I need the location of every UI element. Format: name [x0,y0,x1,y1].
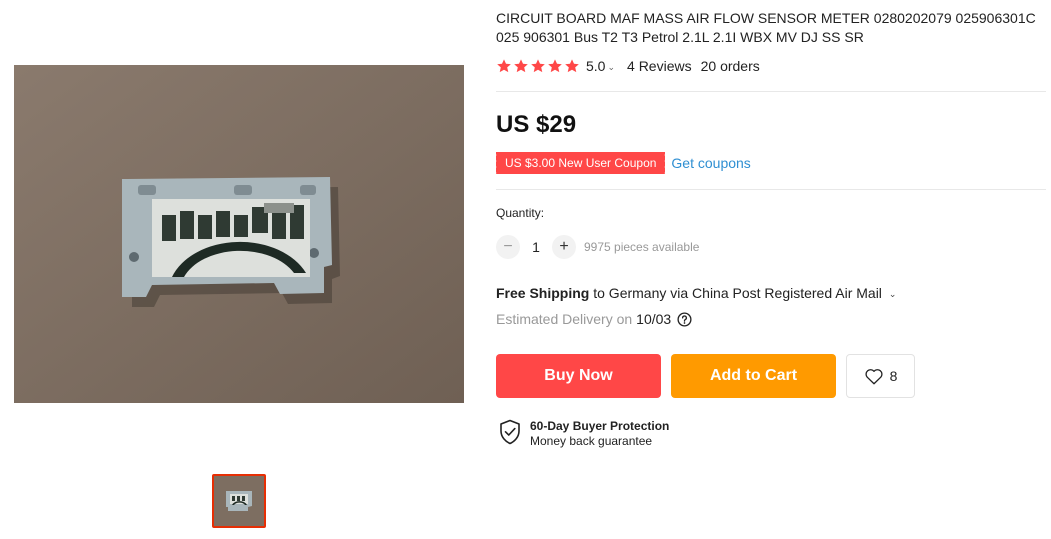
heart-icon [865,369,883,385]
protection-title: 60-Day Buyer Protection [530,419,670,433]
get-coupons-link[interactable]: Get coupons [671,155,750,171]
add-to-cart-button[interactable]: Add to Cart [671,354,836,398]
product-price: US $29 [496,111,577,138]
delivery-date: 10/03 [636,311,672,327]
quantity-input[interactable]: 1 [520,239,552,255]
free-shipping-label: Free Shipping [496,285,590,301]
question-icon[interactable] [677,311,692,327]
new-user-coupon-badge[interactable]: US $3.00 New User Coupon [493,152,668,174]
product-thumbnail[interactable] [212,474,266,528]
product-main-image[interactable] [14,65,464,403]
shield-check-icon [500,419,520,445]
estimated-delivery: Estimated Delivery on 10/03 [496,311,692,327]
shipping-details: to Germany via China Post Registered Air… [593,285,882,301]
rating-stars[interactable] [496,58,580,74]
star-icon [514,59,528,73]
star-icon [565,59,579,73]
star-icon [497,59,511,73]
pieces-available: 9975 pieces available [584,240,700,254]
reviews-link[interactable]: 4 Reviews [627,58,692,74]
thumbnail-image [214,476,264,526]
quantity-label: Quantity: [496,206,545,220]
quantity-stepper: − 1 + 9975 pieces available [496,235,699,259]
chevron-down-icon[interactable]: ⌄ [889,289,897,299]
coupon-row: US $3.00 New User Coupon Get coupons [493,152,751,174]
divider [496,91,1046,92]
rating-value[interactable]: 5.0 [586,58,605,74]
rating-row: 5.0 ⌄ 4 Reviews 20 orders [496,57,760,75]
divider [496,189,1046,190]
quantity-decrease-button[interactable]: − [496,235,520,259]
shipping-info[interactable]: Free Shipping to Germany via China Post … [496,285,896,301]
wishlist-button[interactable]: 8 [846,354,915,398]
chevron-down-icon[interactable]: ⌄ [607,62,615,73]
wishlist-count: 8 [889,368,898,384]
buyer-protection: 60-Day Buyer Protection Money back guara… [498,419,669,449]
quantity-increase-button[interactable]: + [552,235,576,259]
product-title: CIRCUIT BOARD MAF MASS AIR FLOW SENSOR M… [496,10,1036,45]
orders-count: 20 orders [700,58,760,74]
star-icon [531,59,545,73]
buy-now-button[interactable]: Buy Now [496,354,661,398]
star-icon [548,59,562,73]
delivery-prefix: Estimated Delivery on [496,311,633,327]
protection-subtitle: Money back guarantee [530,434,653,448]
